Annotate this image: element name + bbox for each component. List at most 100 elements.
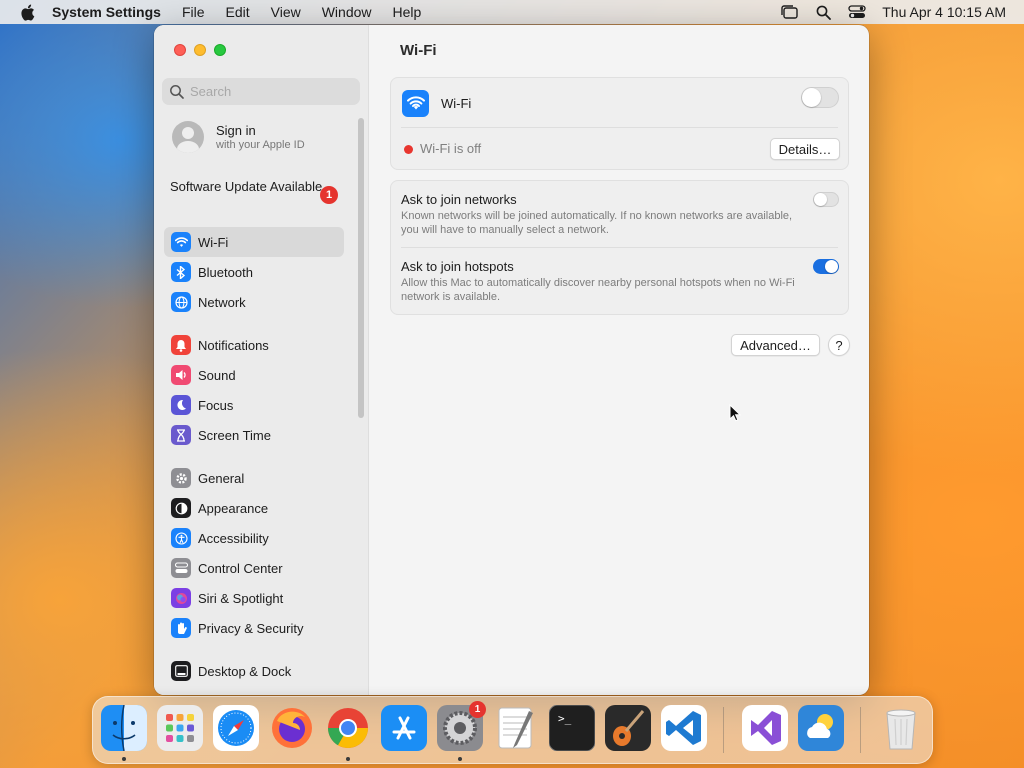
apple-id-signin[interactable]: Sign in with your Apple ID [172, 121, 305, 153]
safari-icon[interactable] [213, 705, 259, 751]
nav-group-notifications: Notifications Sound Focus Screen Time [164, 330, 344, 450]
vscode-icon[interactable] [661, 705, 707, 751]
bluetooth-icon [171, 262, 191, 282]
sidebar-item-privacy-security[interactable]: Privacy & Security [164, 613, 344, 643]
finder-icon[interactable] [101, 705, 147, 751]
visual-studio-icon[interactable] [742, 705, 788, 751]
appearance-icon [171, 498, 191, 518]
dock-icon [171, 661, 191, 681]
ask-hotspots-toggle[interactable] [813, 259, 839, 274]
minimize-window-button[interactable] [194, 44, 206, 56]
sidebar-item-label: Appearance [198, 500, 269, 516]
wifi-icon [402, 90, 429, 117]
menu-edit[interactable]: Edit [226, 4, 250, 20]
menu-file[interactable]: File [182, 4, 205, 20]
hourglass-icon [171, 425, 191, 445]
weather-icon[interactable] [798, 705, 844, 751]
apple-menu-icon[interactable] [18, 3, 36, 21]
moon-icon [171, 395, 191, 415]
dock-separator [860, 707, 861, 753]
sidebar-item-label: General [198, 470, 245, 486]
sidebar-search[interactable] [162, 78, 360, 105]
firefox-icon[interactable] [269, 705, 315, 751]
window-controls [174, 44, 234, 56]
garageband-icon[interactable] [605, 705, 651, 751]
sidebar-item-label: Bluetooth [198, 264, 253, 280]
wifi-status-text: Wi-Fi is off [420, 141, 482, 156]
sidebar-item-notifications[interactable]: Notifications [164, 330, 344, 360]
sidebar-item-label: Focus [198, 397, 234, 413]
menu-app-name[interactable]: System Settings [52, 4, 161, 20]
spotlight-search-icon[interactable] [814, 4, 832, 20]
close-window-button[interactable] [174, 44, 186, 56]
textedit-icon[interactable] [493, 705, 539, 751]
avatar [172, 121, 204, 153]
ask-networks-title: Ask to join networks [401, 192, 517, 207]
wifi-card: Wi-Fi Wi-Fi is off Details… [390, 77, 849, 170]
accessibility-icon [171, 528, 191, 548]
zoom-window-button[interactable] [214, 44, 226, 56]
siri-icon [171, 588, 191, 608]
divider [401, 127, 838, 128]
menu-window[interactable]: Window [322, 4, 372, 20]
trash-icon[interactable] [878, 705, 924, 751]
divider [401, 247, 838, 248]
sidebar-item-label: Privacy & Security [198, 620, 304, 636]
signin-subtitle: with your Apple ID [216, 139, 305, 151]
ask-networks-description: Known networks will be joined automatica… [401, 210, 793, 236]
sidebar-item-siri-spotlight[interactable]: Siri & Spotlight [164, 583, 344, 613]
sidebar-item-label: Desktop & Dock [198, 663, 292, 679]
terminal-icon[interactable]: >_ [549, 705, 595, 751]
sidebar-item-label: Notifications [198, 337, 269, 353]
speaker-icon [171, 365, 191, 385]
running-indicator [458, 757, 462, 761]
sidebar-item-control-center[interactable]: Control Center [164, 553, 344, 583]
sidebar-item-screen-time[interactable]: Screen Time [164, 420, 344, 450]
signin-title: Sign in [216, 123, 256, 138]
help-button[interactable]: ? [828, 334, 850, 356]
sidebar-scrollbar[interactable] [358, 118, 364, 418]
dock-badge: 1 [469, 701, 486, 718]
advanced-button[interactable]: Advanced… [731, 334, 820, 356]
wifi-row-label: Wi-Fi [441, 96, 472, 111]
stage-manager-icon[interactable] [780, 4, 798, 20]
sidebar-item-desktop-dock[interactable]: Desktop & Dock [164, 656, 344, 686]
chrome-icon[interactable] [325, 705, 371, 751]
sidebar-item-wi-fi[interactable]: Wi-Fi [164, 227, 344, 257]
control-center-icon[interactable] [848, 4, 866, 20]
sidebar-item-general[interactable]: General [164, 463, 344, 493]
sidebar-item-appearance[interactable]: Appearance [164, 493, 344, 523]
sidebar-item-label: Sound [198, 367, 236, 383]
sidebar-item-accessibility[interactable]: Accessibility [164, 523, 344, 553]
sidebar-item-focus[interactable]: Focus [164, 390, 344, 420]
running-indicator [122, 757, 126, 761]
sidebar-item-label: Network [198, 294, 246, 310]
nav-group-network: Wi-Fi Bluetooth Network [164, 227, 344, 317]
hand-icon [171, 618, 191, 638]
ask-networks-toggle[interactable] [813, 192, 839, 207]
software-update-item[interactable]: Software Update Available [170, 179, 340, 195]
dock-separator [723, 707, 724, 753]
menu-view[interactable]: View [271, 4, 301, 20]
sidebar-item-sound[interactable]: Sound [164, 360, 344, 390]
launchpad-icon[interactable] [157, 705, 203, 751]
main-pane: Wi-Fi Wi-Fi Wi-Fi is off Details… Ask to… [370, 25, 869, 695]
sidebar-item-label: Screen Time [198, 427, 271, 443]
wifi-toggle[interactable] [801, 87, 839, 108]
sidebar-item-label: Control Center [198, 560, 283, 576]
menu-help[interactable]: Help [393, 4, 422, 20]
update-badge: 1 [320, 186, 338, 204]
app-store-icon[interactable] [381, 705, 427, 751]
page-title: Wi-Fi [400, 42, 437, 59]
sidebar-item-network[interactable]: Network [164, 287, 344, 317]
settings-window: Sign in with your Apple ID Software Upda… [154, 25, 869, 695]
search-input[interactable] [190, 84, 350, 99]
gear-icon [171, 468, 191, 488]
menu-clock[interactable]: Thu Apr 4 10:15 AM [882, 4, 1006, 20]
mouse-cursor-icon [729, 404, 741, 422]
ask-hotspots-description: Allow this Mac to automatically discover… [401, 277, 795, 303]
details-button[interactable]: Details… [770, 138, 840, 160]
search-icon [170, 84, 184, 99]
sidebar-item-bluetooth[interactable]: Bluetooth [164, 257, 344, 287]
options-card: Ask to join networks Known networks will… [390, 180, 849, 315]
